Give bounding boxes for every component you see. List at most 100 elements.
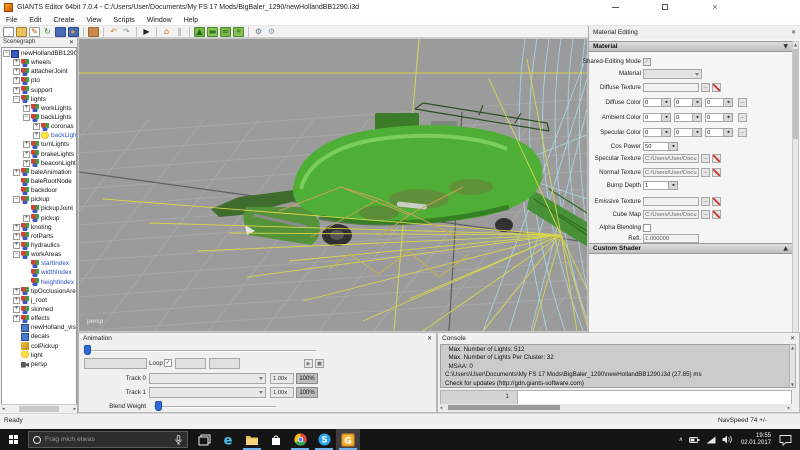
track1-weight-button[interactable]: 100% <box>296 387 318 398</box>
spin-buttons-icon[interactable]: ◂▸ <box>724 113 733 122</box>
maximize-button[interactable] <box>650 0 680 14</box>
scenegraph-node-baleRootNode[interactable]: baleRootNode <box>2 177 76 186</box>
animation-close-icon[interactable]: ✕ <box>427 335 432 342</box>
expand-icon[interactable]: + <box>33 123 40 130</box>
terrain-sculpt-icon[interactable]: ▲ <box>194 27 205 37</box>
expand-icon[interactable]: + <box>23 151 30 158</box>
clear-texture-icon[interactable] <box>712 168 721 177</box>
expand-icon[interactable]: + <box>13 242 20 249</box>
play-icon[interactable]: ▶ <box>141 27 152 37</box>
close-button[interactable]: × <box>700 0 730 14</box>
loop-checkbox[interactable]: ✓ <box>164 359 172 367</box>
diffuse-b-field[interactable]: 0 <box>705 98 724 107</box>
scroll-right-icon[interactable]: ▸ <box>788 405 790 411</box>
scenegraph-node-tipOcclusionAreas[interactable]: +tipOcclusionAreas <box>2 287 76 296</box>
reload-icon[interactable]: ↻ <box>42 27 53 37</box>
scenegraph-tree[interactable]: −newHollandBB1290+wheels+attacherJoint+p… <box>1 47 77 405</box>
refl-field[interactable]: 1.000000 <box>643 234 699 243</box>
chrome-icon[interactable] <box>288 429 312 450</box>
menu-window[interactable]: Window <box>141 17 178 24</box>
save-icon[interactable] <box>55 27 66 37</box>
preferences-icon[interactable]: ⚙ <box>266 27 277 37</box>
start-button[interactable] <box>0 429 26 450</box>
import-icon[interactable]: ✎ <box>29 27 40 37</box>
diffuse-g-field[interactable]: 0 <box>674 98 693 107</box>
browse-button[interactable]: ... <box>701 168 710 177</box>
clear-texture-icon[interactable] <box>712 210 721 219</box>
blend-weight-slider[interactable] <box>154 406 276 408</box>
ambient-g-field[interactable]: 0 <box>674 113 693 122</box>
new-file-icon[interactable] <box>3 27 14 37</box>
hidden-icons-chevron[interactable]: ∧ <box>679 436 683 443</box>
scroll-thumb[interactable] <box>19 406 59 412</box>
scenegraph-node-backLights[interactable]: −backLights <box>2 113 76 122</box>
scroll-up-icon[interactable]: ▲ <box>793 42 798 47</box>
spin-buttons-icon[interactable]: ◂▸ <box>693 128 702 137</box>
paste-icon[interactable] <box>88 27 99 37</box>
scenegraph-node-knoting[interactable]: +knoting <box>2 223 76 232</box>
ambient-b-field[interactable]: 0 <box>705 113 724 122</box>
scenegraph-node-attacherJoint[interactable]: +attacherJoint <box>2 67 76 76</box>
undo-icon[interactable]: ↶ <box>108 27 119 37</box>
scenegraph-node-j_root[interactable]: +j_root <box>2 296 76 305</box>
expand-icon[interactable]: + <box>13 224 20 231</box>
expand-icon[interactable]: + <box>23 215 30 222</box>
material-close-icon[interactable]: ✕ <box>791 29 796 36</box>
material-section-bar[interactable]: Material ▼ <box>589 41 792 52</box>
ambient-r-field[interactable]: 0 <box>643 113 662 122</box>
menu-scripts[interactable]: Scripts <box>107 17 140 24</box>
console-hscrollbar[interactable]: ◂ ▸ <box>440 404 792 411</box>
expand-icon[interactable]: + <box>13 306 20 313</box>
scenegraph-node-backdoor[interactable]: backdoor <box>2 186 76 195</box>
frame-selection-icon[interactable]: ⌂ <box>161 27 172 37</box>
scenegraph-node-baleAnimation[interactable]: +baleAnimation <box>2 168 76 177</box>
menu-edit[interactable]: Edit <box>23 17 47 24</box>
collapse-icon[interactable]: − <box>13 196 20 203</box>
clear-texture-icon[interactable] <box>712 197 721 206</box>
spin-buttons-icon[interactable]: ◂▸ <box>662 98 671 107</box>
stop-icon[interactable]: ■ <box>315 359 324 368</box>
expand-icon[interactable]: + <box>13 288 20 295</box>
scenegraph-node-newHollandBB1290[interactable]: −newHollandBB1290 <box>2 49 76 58</box>
custom-shader-section-bar[interactable]: Custom Shader ▲ <box>589 243 792 254</box>
menu-view[interactable]: View <box>80 17 107 24</box>
scroll-thumb[interactable] <box>448 405 560 410</box>
giants-editor-icon[interactable]: G <box>336 429 360 450</box>
minimize-button[interactable] <box>600 0 630 14</box>
normal-texture-field[interactable]: C:/Users/User/Docu <box>643 168 699 177</box>
expand-icon[interactable]: + <box>23 160 30 167</box>
scenegraph-node-hydraulics[interactable]: +hydraulics <box>2 241 76 250</box>
color-picker-button[interactable]: ... <box>738 128 747 137</box>
specular-r-field[interactable]: 0 <box>643 128 662 137</box>
emissive-texture-field[interactable] <box>643 197 699 206</box>
expand-icon[interactable]: + <box>13 169 20 176</box>
skype-icon[interactable]: S <box>312 429 336 450</box>
animation-field[interactable] <box>209 358 240 369</box>
specular-texture-field[interactable]: C:/Users/User/Docu <box>643 154 699 163</box>
scenegraph-node-backLightsHigh[interactable]: +backLightsHigh <box>2 131 76 140</box>
scenegraph-node-light[interactable]: light <box>2 351 76 360</box>
expand-icon[interactable]: + <box>33 132 40 139</box>
alpha-blending-checkbox[interactable] <box>643 224 651 232</box>
expand-icon[interactable]: + <box>13 233 20 240</box>
settings-icon[interactable]: ⚙ <box>253 27 264 37</box>
section-expand-icon[interactable]: ▲ <box>783 245 788 252</box>
expand-icon[interactable]: + <box>13 77 20 84</box>
track0-weight-button[interactable]: 100% <box>296 373 318 384</box>
collapse-icon[interactable]: − <box>3 50 10 57</box>
scenegraph-node-effects[interactable]: +effects <box>2 314 76 323</box>
scroll-thumb[interactable] <box>793 49 798 139</box>
color-picker-button[interactable]: ... <box>738 98 747 107</box>
browse-button[interactable]: ... <box>701 83 710 92</box>
diffuse-texture-field[interactable] <box>643 83 699 92</box>
pause-icon[interactable]: ∥ <box>174 27 185 37</box>
scenegraph-hscrollbar[interactable]: ◂ ▸ <box>1 404 77 412</box>
spin-buttons-icon[interactable]: ◂▸ <box>693 113 702 122</box>
color-picker-button[interactable]: ... <box>738 113 747 122</box>
scenegraph-node-widthIndex[interactable]: widthIndex <box>2 268 76 277</box>
spin-buttons-icon[interactable]: ◂▸ <box>724 128 733 137</box>
viewport-3d[interactable]: persp <box>78 38 588 332</box>
scenegraph-node-wheels[interactable]: +wheels <box>2 58 76 67</box>
action-center-icon[interactable] <box>779 434 792 446</box>
menu-create[interactable]: Create <box>47 17 80 24</box>
